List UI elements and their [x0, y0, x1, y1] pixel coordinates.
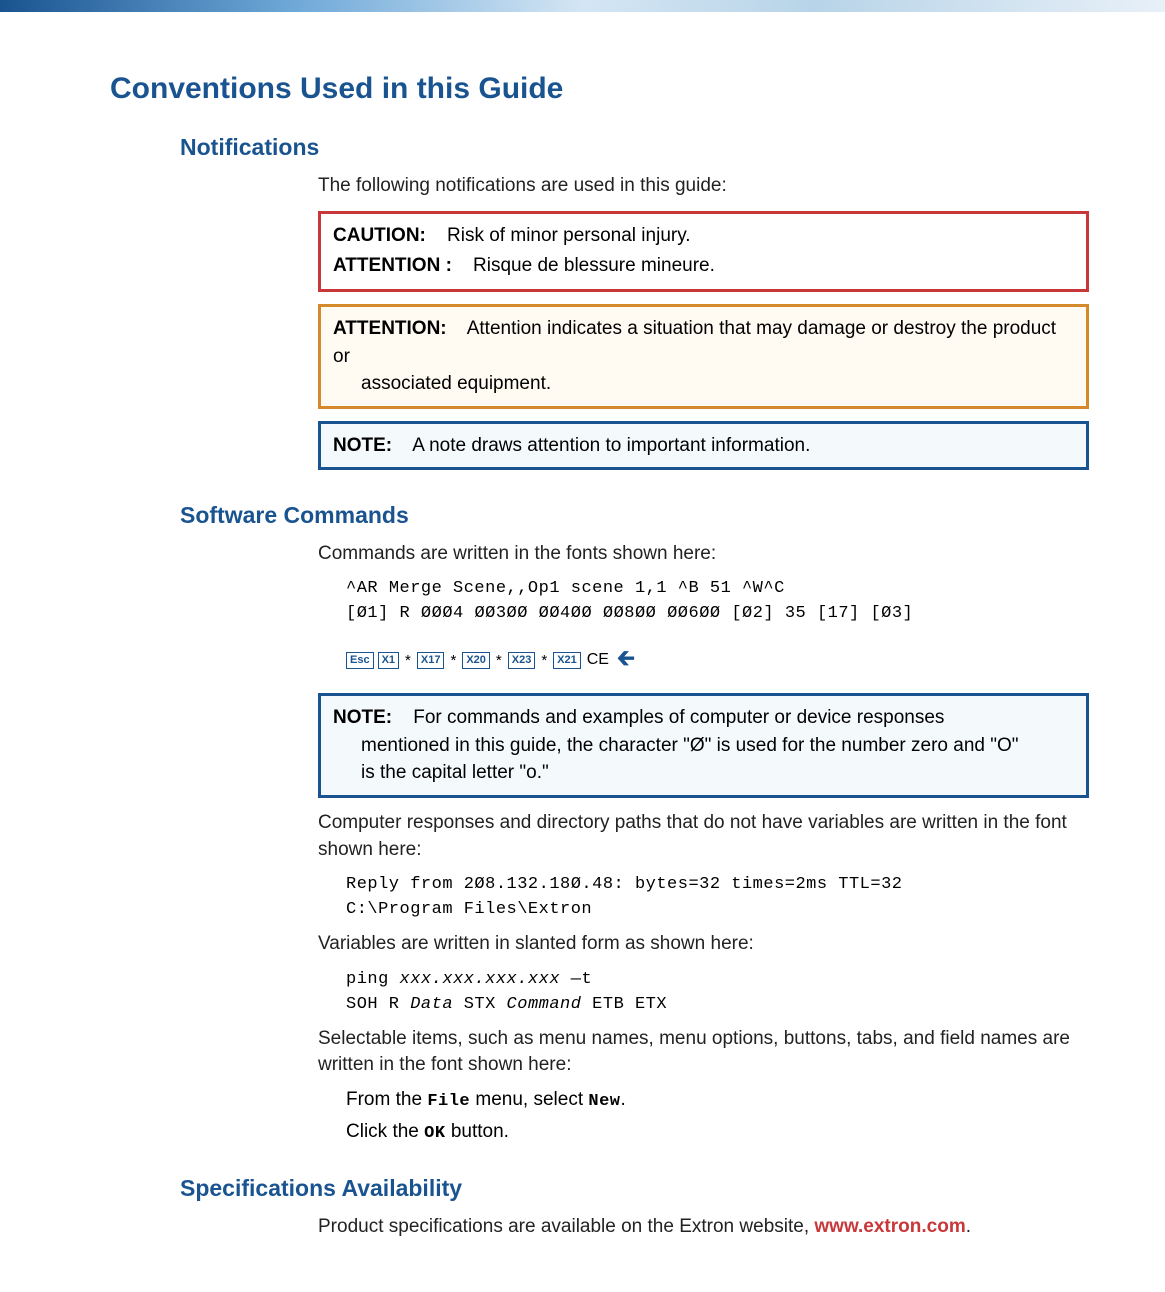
page-content: Conventions Used in this Guide Notificat… [0, 12, 1165, 1292]
software-intro: Commands are written in the fonts shown … [318, 543, 1089, 565]
specifications-content: Product specifications are available on … [318, 1216, 1089, 1238]
ce-text: CE [585, 651, 609, 669]
key-star-1: * [403, 652, 413, 669]
key-x17: X17 [417, 652, 445, 669]
caution-line-fr: ATTENTION : Risque de blessure mineure. [333, 252, 1074, 280]
extron-link[interactable]: www.extron.com [814, 1216, 965, 1237]
response-example-block: Reply from 2Ø8.132.18Ø.48: bytes=32 time… [346, 875, 1089, 919]
key-x23: X23 [508, 652, 536, 669]
notifications-content: The following notifications are used in … [318, 175, 1089, 470]
variable-line-1: ping xxx.xxx.xxx.xxx —t [346, 970, 1089, 989]
responses-intro: Computer responses and directory paths t… [318, 810, 1089, 863]
caution-label: CAUTION: [333, 225, 426, 246]
notifications-heading: Notifications [180, 134, 1089, 161]
key-x21: X21 [553, 652, 581, 669]
arrow-left-icon: 🡰 [613, 641, 635, 679]
note2-text-1: For commands and examples of computer or… [413, 707, 944, 728]
software-content: Commands are written in the fonts shown … [318, 543, 1089, 1143]
note-box-2: NOTE: For commands and examples of compu… [318, 693, 1089, 798]
key-star-2: * [448, 652, 458, 669]
note2-text-2: mentioned in this guide, the character "… [333, 732, 1074, 760]
variables-intro: Variables are written in slanted form as… [318, 931, 1089, 958]
attention-text-2: associated equipment. [333, 370, 1074, 398]
caution-box: CAUTION: Risk of minor personal injury. … [318, 211, 1089, 292]
software-heading: Software Commands [180, 502, 1089, 529]
note-text-1: A note draws attention to important info… [412, 435, 810, 456]
selectable-example-2: Click the OK button. [346, 1121, 1089, 1143]
notifications-intro: The following notifications are used in … [318, 175, 1089, 197]
variable-line-2: SOH R Data STX Command ETB ETX [346, 995, 1089, 1014]
note-label-2: NOTE: [333, 707, 392, 728]
command-example-block: ^AR Merge Scene,,Op1 scene 1,1 ^B 51 ^W^… [346, 579, 1089, 679]
section-title: Conventions Used in this Guide [110, 72, 1089, 106]
command-line-2: [Ø1] R ØØØ4 ØØ3ØØ ØØ4ØØ ØØ8ØØ ØØ6ØØ [Ø2]… [346, 604, 1089, 623]
attention-fr-label: ATTENTION : [333, 255, 452, 276]
key-star-4: * [539, 652, 549, 669]
variable-example-block: ping xxx.xxx.xxx.xxx —t SOH R Data STX C… [346, 970, 1089, 1014]
caution-line-en: CAUTION: Risk of minor personal injury. [333, 222, 1074, 250]
header-gradient-band [0, 0, 1165, 12]
keycap-row: Esc X1 * X17 * X20 * X23 * X21 CE 🡰 [346, 641, 1089, 679]
selectable-example-1: From the File menu, select New. [346, 1089, 1089, 1111]
attention-box: ATTENTION: Attention indicates a situati… [318, 304, 1089, 409]
selectable-intro: Selectable items, such as menu names, me… [318, 1026, 1089, 1079]
caution-text-fr: Risque de blessure mineure. [473, 255, 715, 276]
key-esc: Esc [346, 652, 374, 669]
note-box-1: NOTE: A note draws attention to importan… [318, 421, 1089, 471]
response-line-2: C:\Program Files\Extron [346, 900, 1089, 919]
key-x1: X1 [378, 652, 399, 669]
command-line-1: ^AR Merge Scene,,Op1 scene 1,1 ^B 51 ^W^… [346, 579, 1089, 598]
note2-text-3: is the capital letter "o." [333, 759, 1074, 787]
caution-text-en: Risk of minor personal injury. [447, 225, 691, 246]
response-line-1: Reply from 2Ø8.132.18Ø.48: bytes=32 time… [346, 875, 1089, 894]
key-star-3: * [494, 652, 504, 669]
note-label-1: NOTE: [333, 435, 392, 456]
attention-label: ATTENTION: [333, 318, 447, 339]
specifications-heading: Specifications Availability [180, 1175, 1089, 1202]
key-x20: X20 [462, 652, 490, 669]
specifications-text: Product specifications are available on … [318, 1216, 1089, 1238]
